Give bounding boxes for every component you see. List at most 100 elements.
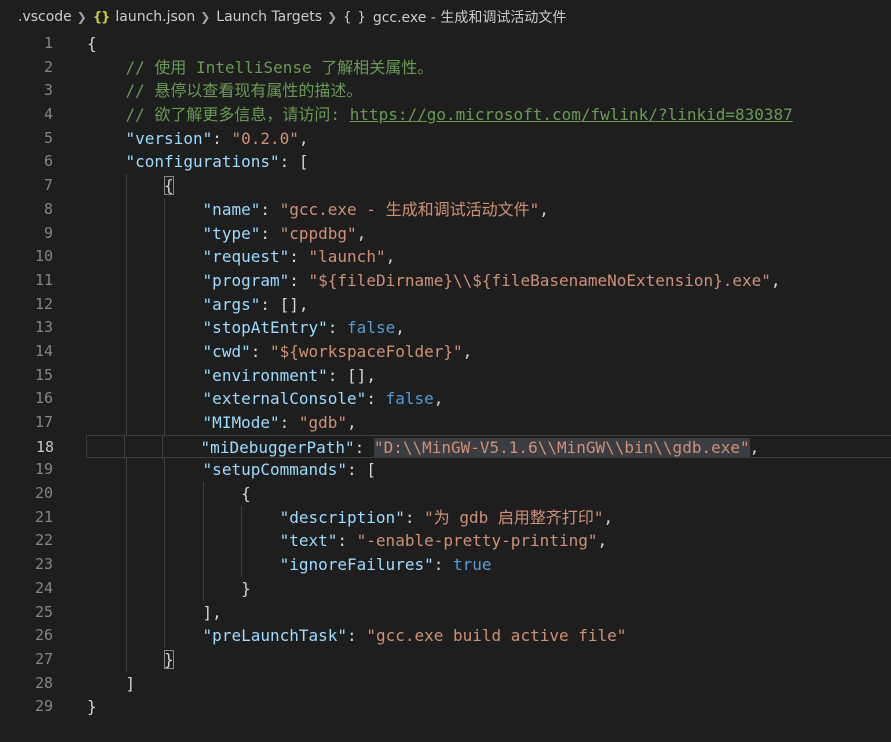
indent-guide <box>125 647 127 672</box>
code-content: // 欲了解更多信息，请访问: https://go.microsoft.com… <box>87 103 793 127</box>
code-line[interactable]: 14 "cwd": "${workspaceFolder}", <box>0 339 891 364</box>
punctuation: : [], <box>327 365 376 385</box>
code-line[interactable]: 17 "MIMode": "gdb", <box>0 411 891 435</box>
code-line[interactable]: 18 "miDebuggerPath": "D:\\MinGW-V5.1.6\\M… <box>36 434 891 460</box>
punctuation: : <box>366 389 386 409</box>
punctuation: , <box>462 341 473 361</box>
code-line[interactable]: 3 // 悬停以查看现有属性的描述。 <box>0 79 891 103</box>
breadcrumb-item-folder[interactable]: .vscode <box>18 9 72 25</box>
code-line[interactable]: 26 "preLaunchTask": "gcc.exe build active… <box>0 624 891 648</box>
punctuation: : <box>260 199 280 219</box>
indent-guide <box>164 529 166 554</box>
breadcrumb-item-launch-targets[interactable]: Launch Targets <box>216 9 322 25</box>
indent-guide <box>241 505 243 530</box>
code-line[interactable]: 27} <box>0 647 891 672</box>
code-line[interactable]: 19 "setupCommands": [ <box>0 458 891 483</box>
punctuation: , <box>347 413 357 432</box>
punctuation: , <box>603 507 614 527</box>
code-line[interactable]: 1{ <box>0 32 891 56</box>
punctuation: , <box>770 270 781 290</box>
code-content: "ignoreFailures": true <box>87 553 492 577</box>
comment: // 悬停以查看现有属性的描述。 <box>125 81 363 101</box>
indent-guide <box>125 316 127 340</box>
json-string: "gdb" <box>298 413 348 432</box>
punctuation: : <box>250 341 270 361</box>
code-content: "miDebuggerPath": "D:\\MinGW-V5.1.6\\Min… <box>85 435 759 460</box>
punctuation: ] <box>125 673 136 693</box>
indent-guide <box>125 363 127 388</box>
code-line[interactable]: 22 "text": "-enable-pretty-printing", <box>0 529 891 554</box>
code-line[interactable]: 20 { <box>0 482 891 506</box>
line-number: 18 <box>35 437 54 456</box>
line-number: 1 <box>43 34 53 52</box>
punctuation: : <box>337 531 357 551</box>
breadcrumb-label: .vscode <box>18 9 72 25</box>
code-content: "cwd": "${workspaceFolder}", <box>87 339 473 364</box>
indent-guide <box>202 576 204 601</box>
breadcrumb-item-file[interactable]: {} launch.json <box>93 9 195 25</box>
indent-guide <box>164 600 166 625</box>
chevron-right-icon: ❯ <box>200 10 211 24</box>
code-line[interactable]: 21 "description": "为 gdb 启用整齐打印", <box>0 505 891 530</box>
punctuation: : <box>354 437 374 457</box>
line-number: 9 <box>43 223 53 242</box>
code-line[interactable]: 4 // 欲了解更多信息，请访问: https://go.microsoft.co… <box>0 103 891 127</box>
line-number: 20 <box>34 484 53 503</box>
json-key: "setupCommands" <box>202 460 348 480</box>
code-line[interactable]: 29} <box>0 695 891 719</box>
json-boolean: false <box>347 318 396 338</box>
code-line[interactable]: 10 "request": "launch", <box>0 245 891 269</box>
code-line[interactable]: 25], <box>0 600 891 625</box>
breadcrumb-label: gcc.exe - 生成和调试活动文件 <box>372 10 567 26</box>
code-line[interactable]: 6 "configurations": [ <box>0 150 891 174</box>
indent-guide <box>164 624 166 648</box>
json-key: "ignoreFailures" <box>279 555 434 575</box>
indent-guide <box>125 482 127 506</box>
code-line[interactable]: 16 "externalConsole": false, <box>0 387 891 412</box>
code-line[interactable]: 28] <box>0 672 891 696</box>
code-content: "MIMode": "gdb", <box>87 411 357 435</box>
code-content: "program": "${fileDirname}\\${fileBasena… <box>87 268 781 293</box>
code-line[interactable]: 23 "ignoreFailures": true <box>0 553 891 577</box>
indent-guide <box>164 268 166 293</box>
selected-string: "D:\\MinGW-V5.1.6\\MinGW\\bin\\gdb.exe" <box>373 437 750 457</box>
code-line[interactable]: 13 "stopAtEntry": false, <box>0 316 891 340</box>
indent-guide <box>125 292 127 317</box>
code-line[interactable]: 11 "program": "${fileDirname}\\${fileBase… <box>0 268 891 293</box>
indent-guide <box>164 245 166 269</box>
line-number: 16 <box>34 389 53 408</box>
code-line[interactable]: 5 "version": "0.2.0", <box>0 127 891 151</box>
comment-link[interactable]: https://go.microsoft.com/fwlink/?linkid=… <box>350 105 793 124</box>
indent-guide <box>123 435 125 460</box>
indent-guide <box>202 553 204 577</box>
code-line[interactable]: 9 "type": "cppdbg", <box>0 221 891 246</box>
breadcrumb-item-configuration[interactable]: { } gcc.exe - 生成和调试活动文件 <box>343 7 566 27</box>
punctuation: , <box>385 247 396 267</box>
json-key: "environment" <box>202 365 328 385</box>
json-boolean: false <box>385 389 434 409</box>
code-line[interactable]: 15 "environment": [], <box>0 363 891 388</box>
code-content: "description": "为 gdb 启用整齐打印", <box>87 505 614 530</box>
code-line[interactable]: 7{ <box>0 174 891 198</box>
line-number: 24 <box>34 578 53 597</box>
code-editor[interactable]: 1{2// 使用 IntelliSense 了解相关属性。 3// 悬停以查看现有… <box>0 32 891 742</box>
code-line[interactable]: 8 "name": "gcc.exe - 生成和调试活动文件", <box>0 197 891 222</box>
json-key: "description" <box>279 507 405 527</box>
code-content: // 使用 IntelliSense 了解相关属性。 <box>87 56 434 80</box>
code-line[interactable]: 12 "args": [], <box>0 292 891 317</box>
chevron-right-icon: ❯ <box>327 10 338 24</box>
code-content: { <box>87 32 97 56</box>
json-key: "stopAtEntry" <box>202 318 328 338</box>
code-line[interactable]: 2 // 使用 IntelliSense 了解相关属性。 <box>0 56 891 80</box>
code-line[interactable]: 24} <box>0 576 891 601</box>
json-boolean: true <box>452 555 492 575</box>
json-string: "cppdbg" <box>279 223 357 243</box>
indent-guide <box>125 600 127 625</box>
json-string: "-enable-pretty-printing" <box>356 531 598 551</box>
comment: // 欲了解更多信息，请访问: <box>125 105 350 125</box>
code-content: ], <box>87 600 222 625</box>
punctuation: : <box>347 626 367 646</box>
matched-bracket: } <box>164 649 174 669</box>
indent-guide <box>162 435 164 460</box>
code-content: { <box>87 482 251 506</box>
